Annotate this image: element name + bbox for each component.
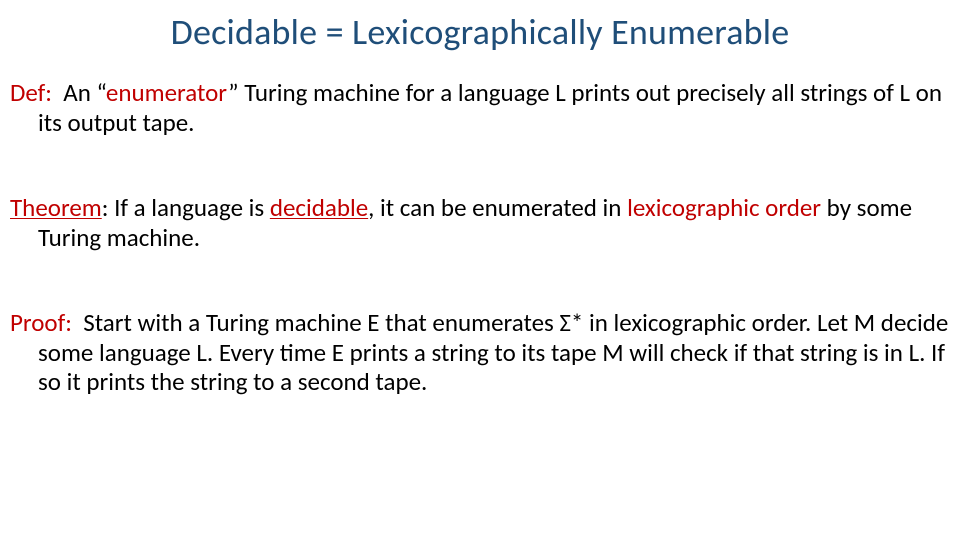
definition-paragraph: Def: An “enumerator” Turing machine for … [10,78,950,137]
proof-text: Start with a Turing machine E that enume… [38,307,948,397]
theorem-decidable: decidable [270,192,368,223]
theorem-mid2: , it can be enumerated in [368,192,627,223]
slide-body: Def: An “enumerator” Turing machine for … [10,78,950,397]
slide-title: Decidable = Lexicographically Enumerable [0,10,960,54]
proof-label: Proof: [10,307,72,338]
def-text-before: An “ [63,77,106,108]
theorem-lex: lexicographic order [627,192,821,223]
def-label: Def: [10,77,52,108]
theorem-mid1: : If a language is [102,192,270,223]
theorem-paragraph: Theorem: If a language is decidable, it … [10,193,950,252]
slide: Decidable = Lexicographically Enumerable… [0,0,960,540]
proof-paragraph: Proof: Start with a Turing machine E tha… [10,308,950,397]
def-enumerator: enumerator [106,77,228,108]
theorem-label: Theorem [10,192,102,223]
